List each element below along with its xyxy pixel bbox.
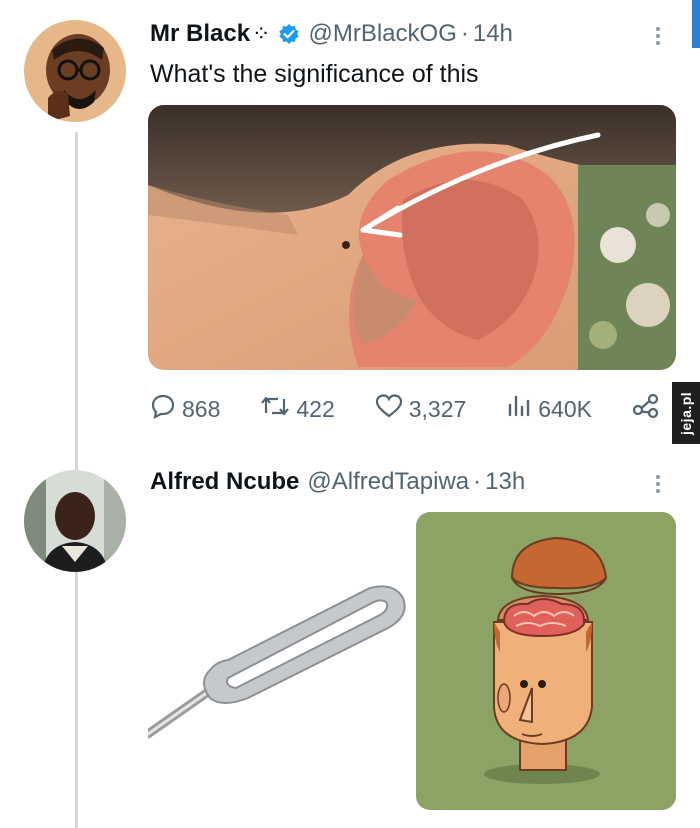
separator-dot: · bbox=[473, 468, 482, 495]
display-name[interactable]: Alfred Ncube bbox=[150, 468, 299, 496]
more-icon[interactable] bbox=[656, 472, 662, 496]
tweet-image-open-head[interactable] bbox=[416, 512, 676, 810]
retweet-icon bbox=[260, 393, 290, 425]
timestamp[interactable]: 14h bbox=[473, 20, 513, 48]
reply-button[interactable]: 868 bbox=[150, 393, 220, 425]
watermark: jeja.pl bbox=[672, 382, 700, 444]
like-count: 3,327 bbox=[408, 395, 467, 422]
handle[interactable]: @AlfredTapiwa bbox=[307, 468, 469, 496]
share-button[interactable] bbox=[632, 393, 660, 425]
retweet-button[interactable]: 422 bbox=[260, 393, 335, 425]
views-count: 640K bbox=[538, 395, 592, 422]
tweet-1-header: Mr Black ⁘ @MrBlackOG · 14h bbox=[150, 20, 513, 48]
views-button[interactable]: 640K bbox=[506, 393, 592, 425]
heart-icon bbox=[375, 393, 403, 425]
verified-badge-icon bbox=[278, 23, 300, 45]
tweet-text: What's the significance of this bbox=[150, 60, 479, 88]
retweet-count: 422 bbox=[296, 395, 335, 422]
comment-icon bbox=[150, 393, 176, 425]
views-icon bbox=[506, 393, 532, 425]
separator-dot: · bbox=[460, 20, 469, 47]
more-icon[interactable] bbox=[656, 24, 662, 48]
display-name[interactable]: Mr Black bbox=[150, 20, 250, 48]
name-ornament: ⁘ bbox=[252, 21, 271, 46]
timestamp[interactable]: 13h bbox=[485, 468, 525, 496]
tweet-image-ear[interactable] bbox=[148, 105, 676, 370]
side-panel-edge bbox=[692, 0, 700, 48]
avatar-alfred-ncube[interactable] bbox=[24, 470, 126, 572]
like-button[interactable]: 3,327 bbox=[375, 393, 467, 425]
tweet-actions: 868 422 3,327 640K bbox=[150, 392, 660, 426]
tweet-2-header: Alfred Ncube @AlfredTapiwa · 13h bbox=[150, 468, 525, 496]
share-icon bbox=[632, 393, 660, 425]
avatar-mr-black[interactable] bbox=[24, 20, 126, 122]
tweet-image-sim-ejector-pin[interactable] bbox=[148, 512, 410, 810]
reply-count: 868 bbox=[182, 395, 221, 422]
handle[interactable]: @MrBlackOG bbox=[308, 20, 456, 48]
